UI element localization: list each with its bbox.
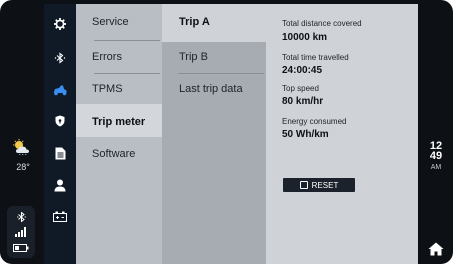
distance-label: Total distance covered [282,19,362,28]
trip-submenu [162,4,266,264]
divider [178,73,264,74]
divider [94,73,160,74]
time-label: Total time travelled [282,53,349,62]
user-icon [54,179,66,191]
reset-label: RESET [311,180,339,190]
home-button[interactable] [428,242,444,256]
menu-item-service[interactable]: Service [92,16,129,28]
shield-icon [55,115,65,127]
menu-item-trip-meter[interactable]: Trip meter [92,116,145,128]
submenu-selection-highlight [162,4,266,42]
signal-icon [15,227,26,237]
battery-icon [13,244,29,252]
vehicle-icon [54,85,67,96]
speed-label: Top speed [282,84,319,93]
menu-item-errors[interactable]: Errors [92,51,122,63]
connectivity-panel [7,206,35,258]
reset-icon [299,181,308,189]
divider [94,40,160,41]
speed-value: 80 km/hr [282,96,324,107]
icon-rail [44,4,76,264]
rail-item-profile[interactable] [44,170,76,200]
battery-plus-icon [53,211,67,222]
rail-item-security[interactable] [44,106,76,136]
gear-icon [54,18,66,30]
bluetooth-icon [54,52,66,64]
rail-item-bluetooth[interactable] [44,43,76,73]
weather-widget: 28° [10,139,36,172]
clock-minute: 49 [429,150,443,162]
menu-item-tpms[interactable]: TPMS [92,83,123,95]
rail-item-battery[interactable] [44,201,76,231]
submenu-item-last-trip-data[interactable]: Last trip data [179,83,243,95]
rail-item-vehicle[interactable] [44,75,76,105]
submenu-item-trip-a[interactable]: Trip A [179,16,210,28]
temperature-label: 28° [16,162,30,172]
reset-button[interactable]: RESET [283,178,355,192]
document-icon [55,147,65,159]
rail-item-documents[interactable] [44,138,76,168]
bluetooth-icon [17,212,26,222]
submenu-item-trip-b[interactable]: Trip B [179,51,208,63]
clock: 12 49 AM [425,141,447,173]
home-icon [428,242,444,256]
partly-cloudy-icon [13,139,29,156]
time-value: 24:00:45 [282,65,323,76]
distance-value: 10000 km [282,32,328,43]
rail-item-settings[interactable] [44,9,76,39]
clock-ampm: AM [430,164,442,171]
menu-item-software[interactable]: Software [92,148,135,160]
energy-label: Energy consumed [282,117,347,126]
energy-value: 50 Wh/km [282,129,329,140]
